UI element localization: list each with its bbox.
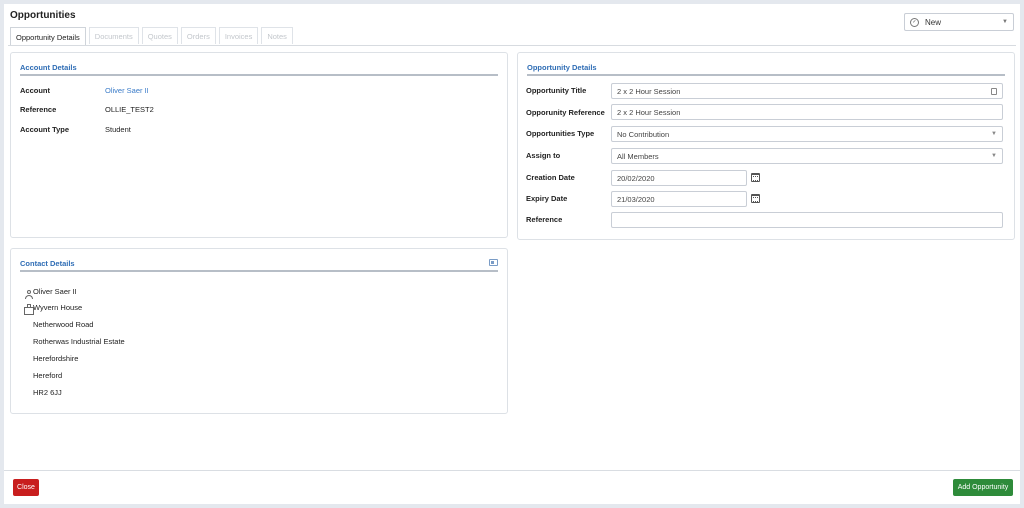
address-line-2: Netherwood Road: [33, 320, 94, 329]
opportunity-reference-label: Opporunity Reference: [526, 108, 605, 117]
reference-label: Reference: [20, 105, 57, 114]
opportunity-window: Opportunities ✓ New ▼ Opportunity Detail…: [4, 4, 1020, 504]
creation-date-input[interactable]: 20/02/2020: [611, 170, 747, 186]
address-line-4: Herefordshire: [33, 354, 79, 363]
calendar-icon[interactable]: [751, 194, 760, 203]
account-link[interactable]: Oliver Saer II: [105, 86, 149, 95]
tab-notes[interactable]: Notes: [261, 27, 293, 44]
chevron-down-icon: ▼: [1002, 19, 1008, 25]
address-line-1: Wyvern House: [33, 303, 83, 312]
opportunity-type-select[interactable]: No Contribution ▼: [611, 126, 1003, 142]
account-label: Account: [20, 86, 50, 95]
account-details-panel: Account Details: [10, 52, 508, 238]
tab-documents[interactable]: Documents: [88, 27, 139, 44]
calendar-icon[interactable]: [751, 173, 760, 182]
reference2-input[interactable]: [611, 212, 1003, 228]
reference-value: OLLIE_TEST2: [105, 105, 154, 114]
add-opportunity-button[interactable]: Add Opportunity: [953, 479, 1013, 496]
opportunity-reference-input[interactable]: 2 x 2 Hour Session: [611, 104, 1003, 120]
contact-details-panel: Contact Details: [10, 248, 508, 414]
expiry-date-input[interactable]: 21/03/2020: [611, 191, 747, 207]
account-details-header: Account Details: [20, 63, 498, 76]
tab-bar: Opportunity Details Documents Quotes Ord…: [10, 27, 296, 46]
creation-date-label: Creation Date: [526, 173, 575, 182]
assign-to-label: Assign to: [526, 151, 561, 160]
close-button[interactable]: Close: [13, 479, 39, 496]
status-value: New: [925, 17, 942, 27]
page-title: Opportunities: [10, 10, 76, 21]
contact-card-icon[interactable]: [489, 259, 498, 266]
footer-divider: [4, 470, 1020, 471]
document-icon[interactable]: [991, 87, 997, 95]
expiry-date-label: Expiry Date: [526, 194, 568, 203]
opportunity-reference-value: 2 x 2 Hour Session: [617, 107, 681, 117]
assign-to-select[interactable]: All Members ▼: [611, 148, 1003, 164]
reference2-label: Reference: [526, 215, 563, 224]
chevron-down-icon: ▼: [991, 153, 997, 159]
tab-orders[interactable]: Orders: [180, 27, 216, 44]
tabs-divider: [8, 45, 1016, 46]
opportunity-type-value: No Contribution: [617, 129, 670, 139]
tab-invoices[interactable]: Invoices: [218, 27, 259, 44]
contact-details-title: Contact Details: [20, 259, 75, 268]
opportunity-title-input[interactable]: 2 x 2 Hour Session: [611, 83, 1003, 99]
status-select[interactable]: ✓ New ▼: [904, 13, 1014, 31]
contact-details-header: Contact Details: [20, 259, 498, 272]
opportunity-title-value: 2 x 2 Hour Session: [617, 86, 681, 96]
check-circle-icon: ✓: [910, 17, 919, 27]
tab-opportunity-details[interactable]: Opportunity Details: [10, 27, 86, 46]
person-icon: [25, 290, 33, 299]
contact-name: Oliver Saer II: [33, 287, 77, 296]
chevron-down-icon: ▼: [991, 131, 997, 137]
tab-quotes[interactable]: Quotes: [141, 27, 178, 44]
address-line-5: Hereford: [33, 371, 63, 380]
account-type-value: Student: [105, 125, 131, 134]
expiry-date-value: 21/03/2020: [617, 194, 655, 204]
opportunity-type-label: Opportunities Type: [526, 129, 595, 138]
assign-to-value: All Members: [617, 151, 659, 161]
address-line-3: Rotherwas Industrial Estate: [33, 337, 125, 346]
address-line-6: HR2 6JJ: [33, 388, 62, 397]
opportunity-details-header: Opportunity Details: [527, 63, 1005, 76]
account-type-label: Account Type: [20, 125, 70, 134]
opportunity-title-label: Opportunity Title: [526, 86, 587, 95]
creation-date-value: 20/02/2020: [617, 173, 655, 183]
